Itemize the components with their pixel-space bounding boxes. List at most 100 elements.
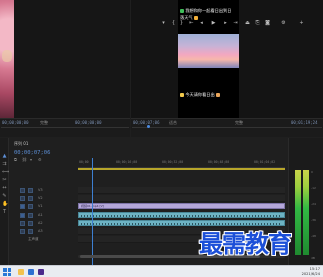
meter-scale-label: -24 xyxy=(311,202,316,206)
sequence-tab[interactable]: 序列 01 xyxy=(14,141,28,147)
meter-scale-label: 0 xyxy=(311,170,313,174)
button-editor-plus-icon[interactable]: + xyxy=(299,21,304,26)
go-to-out-icon[interactable]: ⇥ xyxy=(233,21,238,26)
track-row-v3[interactable] xyxy=(78,187,285,194)
track-header-a3: A3 xyxy=(14,228,78,235)
clock-date: 2021/6/24 xyxy=(301,271,320,276)
selection-tool-icon[interactable]: ▲ xyxy=(2,154,7,159)
audio-clip-2[interactable] xyxy=(78,220,285,226)
track-mute-icon[interactable] xyxy=(28,213,33,218)
program-quality-dropdown[interactable]: 完整 xyxy=(235,120,243,126)
windows-logo-icon xyxy=(3,272,7,276)
sunset-sky-image xyxy=(178,34,239,68)
track-name: V2 xyxy=(38,196,43,200)
slip-tool-icon[interactable]: ↔ xyxy=(2,186,7,191)
program-video-frame: 我想和你一起看日出到日 落天气 今天请你看日出 xyxy=(178,0,239,118)
lift-icon[interactable]: ⏏ xyxy=(245,21,250,26)
meter-scale-label: -12 xyxy=(311,186,316,190)
mark-in-icon[interactable]: { xyxy=(171,21,176,26)
meter-scale-label: -36 xyxy=(311,218,316,222)
track-lock-icon[interactable] xyxy=(20,188,25,193)
windows-logo-icon xyxy=(7,268,11,272)
track-header-a2: A2 xyxy=(14,220,78,227)
start-button[interactable] xyxy=(3,268,11,276)
step-forward-icon[interactable]: ▸ xyxy=(223,21,228,26)
file-explorer-icon[interactable] xyxy=(18,269,24,275)
track-mute-icon[interactable] xyxy=(28,221,33,226)
ruler-tick: 00;00;16;00 xyxy=(116,160,138,164)
track-lock-icon[interactable] xyxy=(20,229,25,234)
track-header-a1: A1 xyxy=(14,212,78,219)
track-header-v2: V2 xyxy=(14,195,78,202)
program-timecode-current[interactable]: 00;00;07;06 xyxy=(133,120,160,125)
sunrise-emoji-icon xyxy=(216,93,221,97)
program-playhead-marker[interactable] xyxy=(147,125,150,128)
type-tool-icon[interactable]: T xyxy=(2,210,7,215)
ripple-edit-tool-icon[interactable]: ⟺ xyxy=(2,170,9,175)
sun-emoji-icon xyxy=(193,16,198,20)
track-target-icon[interactable] xyxy=(20,213,25,218)
timeline-toolbar: ⧉ ⛓ ▾ ⚙ xyxy=(14,157,74,162)
play-icon[interactable]: ▶ xyxy=(211,21,216,26)
track-visibility-icon[interactable] xyxy=(28,188,33,193)
export-frame-icon[interactable]: ◙ xyxy=(265,21,270,26)
snap-icon[interactable]: ⧉ xyxy=(14,157,17,162)
track-visibility-icon[interactable] xyxy=(28,204,33,209)
premiere-pro-icon[interactable] xyxy=(38,269,44,275)
clock-time: 15:17 xyxy=(309,267,320,271)
mark-out-icon[interactable]: } xyxy=(179,21,184,26)
source-timecode-current[interactable]: 00;00;00;00 xyxy=(2,120,29,125)
caption-text-1: 我想和你一起看日出到日 xyxy=(185,8,232,13)
track-lock-icon[interactable] xyxy=(20,196,25,201)
go-to-in-icon[interactable]: ⇤ xyxy=(189,21,194,26)
program-scrub-bar[interactable] xyxy=(132,127,322,128)
audio-clip-1[interactable] xyxy=(78,212,285,218)
watermark-text: 最需教育 xyxy=(199,230,292,258)
track-name: A2 xyxy=(38,221,43,225)
taskbar-clock[interactable]: 15:17 2021/6/24 xyxy=(302,267,320,276)
source-preview-image xyxy=(0,0,14,118)
add-marker-icon[interactable]: ▾ xyxy=(30,157,32,162)
audio-waveform xyxy=(81,223,282,225)
ruler-tick: 00;00;32;00 xyxy=(162,160,184,164)
windows-logo-icon xyxy=(7,272,11,276)
source-scrub-bar[interactable] xyxy=(1,127,129,128)
track-select-tool-icon[interactable]: ⇉ xyxy=(2,162,7,167)
time-ruler[interactable]: 00;00 00;00;16;00 00;00;32;00 00;00;48;0… xyxy=(78,160,285,168)
program-fit-dropdown[interactable]: 适合 xyxy=(169,120,177,126)
browser-icon[interactable] xyxy=(28,269,34,275)
source-fit-dropdown[interactable]: 完整 xyxy=(40,120,48,126)
pen-tool-icon[interactable]: ✎ xyxy=(2,194,7,199)
source-timecode-duration: 00;00;00;00 xyxy=(75,120,102,125)
program-timecode-duration: 00;01;19;24 xyxy=(291,120,318,125)
hand-tool-icon[interactable]: ✋ xyxy=(2,202,8,207)
track-row-v2[interactable] xyxy=(78,195,285,202)
program-monitor: 我想和你一起看日出到日 落天气 今天请你看日出 00;00;07;06 适合 完… xyxy=(131,0,323,137)
source-monitor: 00;00;00;00 完整 00;00;00;00 xyxy=(0,0,130,137)
playhead[interactable] xyxy=(92,158,93,265)
track-header-v1: V1 xyxy=(14,203,78,210)
track-header-master: 主声道 xyxy=(14,236,78,243)
track-header-v3: V3 xyxy=(14,187,78,194)
work-area-bar[interactable] xyxy=(78,168,285,170)
sprout-emoji-icon xyxy=(180,9,184,13)
track-name: A1 xyxy=(38,213,43,217)
step-back-icon[interactable]: ◂ xyxy=(199,21,204,26)
timeline-current-time[interactable]: 00;00;07;06 xyxy=(14,150,50,156)
audio-waveform xyxy=(81,215,282,217)
linked-selection-icon[interactable]: ⛓ xyxy=(22,157,27,162)
video-clip[interactable]: 视频01.mp4 [V] xyxy=(78,203,285,209)
track-mute-icon[interactable] xyxy=(28,229,33,234)
razor-tool-icon[interactable]: ✂ xyxy=(2,178,7,183)
track-name: V1 xyxy=(38,204,43,208)
ruler-tick: 00;00 xyxy=(79,160,89,164)
extract-icon[interactable]: ⎘ xyxy=(255,21,260,26)
caption-line-3: 今天请你看日出 xyxy=(180,92,238,98)
track-lock-icon[interactable] xyxy=(20,221,25,226)
add-marker-icon[interactable]: ▾ xyxy=(161,21,166,26)
timeline-settings-icon[interactable]: ⚙ xyxy=(38,157,42,162)
windows-logo-icon xyxy=(3,268,7,272)
settings-wrench-icon[interactable]: ⚙ xyxy=(281,21,286,26)
track-target-icon[interactable] xyxy=(20,204,25,209)
track-visibility-icon[interactable] xyxy=(28,196,33,201)
